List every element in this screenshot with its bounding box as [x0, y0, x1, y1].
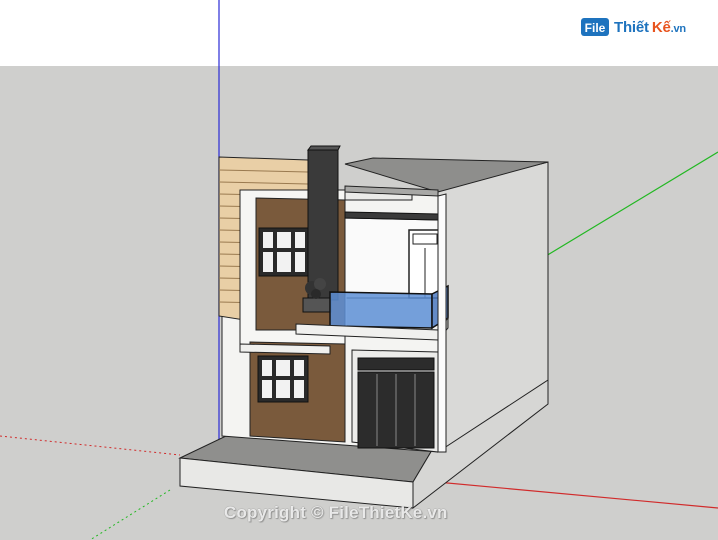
green-axis-dotted — [89, 489, 171, 540]
model-scene[interactable] — [0, 0, 718, 540]
file-thiet-ke-logo-icon: File — [580, 16, 610, 38]
logo-tld: .vn — [670, 22, 687, 35]
lower-window — [257, 355, 309, 403]
logo-word-thiet: Thiết — [614, 18, 649, 36]
garage-door — [357, 357, 435, 449]
red-axis-dotted — [0, 435, 181, 456]
lower-ledge — [239, 343, 331, 355]
svg-text:File: File — [585, 21, 606, 35]
chimney-column — [307, 149, 339, 301]
copyright-watermark: Copyright © FileThietKe.vn — [224, 503, 448, 522]
brand-logo: File Thiết Kế .vn — [580, 14, 686, 40]
balcony-door — [408, 229, 442, 299]
red-axis — [414, 479, 718, 509]
glass-balustrade-front — [329, 291, 433, 329]
facade-edge — [437, 193, 447, 453]
recess-slab — [344, 211, 439, 221]
logo-word-ke: Kế — [651, 18, 671, 36]
sketchup-viewport[interactable]: File Thiết Kế .vn Copyright © FileThietK… — [0, 0, 718, 540]
chimney-top — [307, 145, 341, 151]
upper-window — [258, 227, 310, 277]
logo-wordmark: Thiết Kế .vn — [614, 19, 686, 36]
